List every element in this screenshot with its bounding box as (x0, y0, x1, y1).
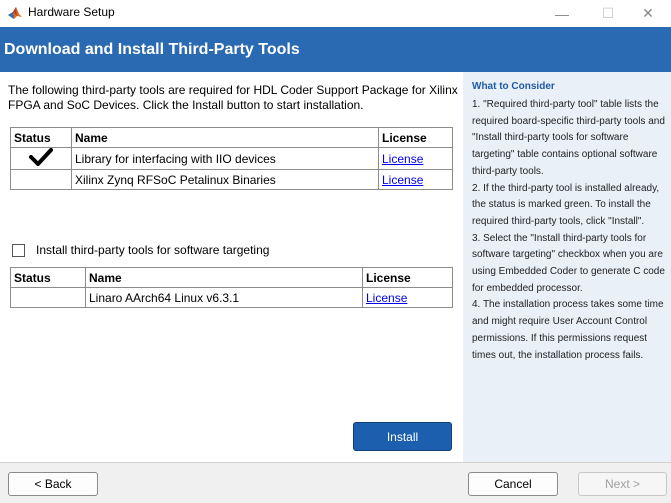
software-tools-table: Status Name License Linaro AArch64 Linux… (10, 267, 453, 308)
side-panel-body: 1. "Required third-party tool" table lis… (472, 97, 667, 364)
name-header: Name (85, 267, 363, 288)
minimize-icon: — (555, 5, 569, 22)
license-header: License (378, 127, 453, 148)
name-header: Name (71, 127, 379, 148)
close-icon: ✕ (642, 5, 654, 21)
consideration-4: 4. The installation process takes some t… (472, 299, 664, 361)
license-link[interactable]: License (382, 173, 423, 187)
license-cell: License (362, 287, 453, 308)
install-button[interactable]: Install (353, 422, 452, 451)
checkmark-icon (29, 148, 53, 166)
consideration-2: 2. If the third-party tool is installed … (472, 182, 660, 227)
matlab-logo-icon (8, 7, 22, 19)
software-targeting-option[interactable]: Install third-party tools for software t… (12, 243, 269, 257)
side-panel-heading: What to Consider (472, 81, 555, 92)
status-cell (10, 287, 86, 308)
status-header: Status (10, 127, 72, 148)
license-header: License (362, 267, 453, 288)
intro-text: The following third-party tools are requ… (8, 83, 458, 112)
what-to-consider-panel: What to Consider 1. "Required third-part… (463, 72, 671, 462)
close-button[interactable]: ✕ (625, 0, 671, 27)
license-cell: License (378, 147, 453, 170)
tool-name: Library for interfacing with IIO devices (71, 147, 379, 170)
status-cell (10, 169, 72, 190)
license-link[interactable]: License (366, 291, 407, 305)
table-header-row: Status Name License (10, 127, 453, 148)
tool-name: Xilinx Zynq RFSoC Petalinux Binaries (71, 169, 379, 190)
window-title: Hardware Setup (28, 5, 115, 19)
cancel-button[interactable]: Cancel (468, 472, 558, 496)
table-row: Xilinx Zynq RFSoC Petalinux Binaries Lic… (10, 169, 453, 190)
next-button[interactable]: Next > (578, 472, 667, 496)
license-link[interactable]: License (382, 152, 423, 166)
table-row: Linaro AArch64 Linux v6.3.1 License (10, 287, 453, 308)
status-cell (10, 147, 72, 170)
back-button[interactable]: < Back (8, 472, 98, 496)
main-panel: The following third-party tools are requ… (0, 72, 463, 462)
license-cell: License (378, 169, 453, 190)
minimize-button[interactable]: — (539, 0, 585, 27)
footer-bar: < Back Cancel Next > (0, 462, 671, 503)
software-targeting-checkbox[interactable] (12, 243, 25, 257)
tool-name: Linaro AArch64 Linux v6.3.1 (85, 287, 363, 308)
table-row: Library for interfacing with IIO devices… (10, 147, 453, 170)
required-tools-table: Status Name License Library for interfac… (10, 127, 453, 190)
page-banner: Download and Install Third-Party Tools (0, 27, 671, 72)
title-bar: Hardware Setup — ☐ ✕ (0, 0, 671, 27)
status-header: Status (10, 267, 86, 288)
consideration-1: 1. "Required third-party tool" table lis… (472, 99, 665, 177)
maximize-icon: ☐ (601, 5, 615, 21)
consideration-3: 3. Select the "Install third-party tools… (472, 232, 665, 294)
page-title: Download and Install Third-Party Tools (4, 41, 300, 58)
software-targeting-label: Install third-party tools for software t… (36, 243, 270, 257)
table-header-row: Status Name License (10, 267, 453, 288)
